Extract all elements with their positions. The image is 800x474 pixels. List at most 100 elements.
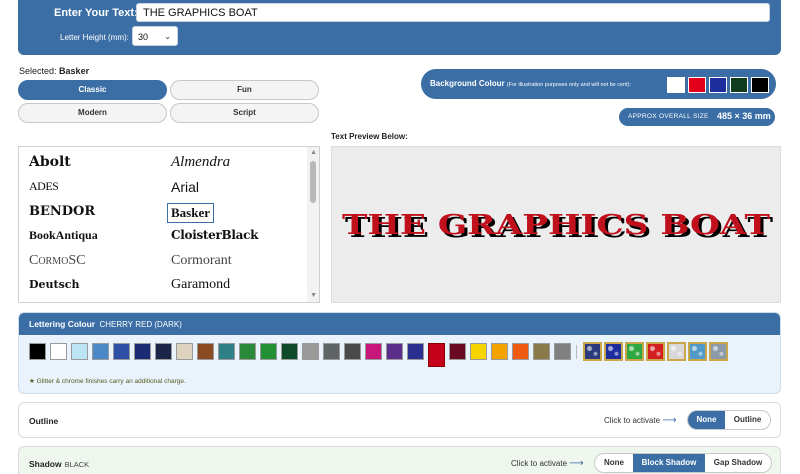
font-option-bookantiqua[interactable]: BookAntiqua	[29, 228, 98, 243]
outline-none-button[interactable]: None	[688, 411, 725, 429]
lettering-swatch[interactable]	[470, 343, 487, 360]
background-swatch-blue[interactable]	[709, 77, 727, 93]
scroll-down-icon[interactable]: ▼	[310, 292, 317, 299]
lettering-swatch[interactable]	[197, 343, 214, 360]
lettering-pattern-swatch[interactable]	[625, 342, 644, 361]
lettering-colour-label: Lettering Colour	[29, 319, 96, 329]
background-swatch-white[interactable]	[667, 77, 685, 93]
shadow-value: BLACK	[64, 460, 90, 469]
shadow-label: Shadow	[29, 459, 62, 469]
font-option-abolt[interactable]: Abolt	[29, 154, 71, 170]
category-fun-button[interactable]: Fun	[170, 80, 319, 100]
outline-title: Outline	[29, 416, 58, 426]
overall-size-value: 485 × 36 mm	[717, 111, 771, 121]
lettering-swatch[interactable]	[29, 343, 46, 360]
lettering-swatch[interactable]	[71, 343, 88, 360]
font-option-cloisterblack[interactable]: CloisterBlack	[171, 228, 258, 242]
scroll-up-icon[interactable]: ▲	[310, 149, 317, 156]
letter-height-select[interactable]: 30 ⌄	[132, 26, 178, 46]
lettering-swatch[interactable]	[512, 343, 529, 360]
lettering-swatch[interactable]	[491, 343, 508, 360]
lettering-pattern-swatch[interactable]	[709, 342, 728, 361]
font-option-basker-selected[interactable]: Basker	[167, 203, 214, 223]
overall-size-badge: APPROX OVERALL SIZE 485 × 36 mm	[619, 108, 775, 126]
enter-text-label: Enter Your Text:	[54, 7, 138, 19]
lettering-pattern-swatch[interactable]	[583, 342, 602, 361]
letter-height-label: Letter Height (mm):	[60, 33, 129, 42]
font-option-arial[interactable]: Arial	[171, 179, 199, 195]
font-option-cormosc[interactable]: CormoSC	[29, 253, 85, 269]
lettering-swatch[interactable]	[134, 343, 151, 360]
lettering-swatch[interactable]	[386, 343, 403, 360]
glitter-chrome-note: ★ Glitter & chrome finishes carry an add…	[29, 378, 186, 385]
category-modern-button[interactable]: Modern	[18, 103, 167, 123]
lettering-colour-panel: Lettering Colour CHERRY RED (DARK) ★ Gli…	[18, 312, 781, 394]
font-list: Abolt Almendra ADES Arial BENDOR Basker …	[18, 146, 320, 303]
background-swatch-black[interactable]	[751, 77, 769, 93]
lettering-swatch[interactable]	[554, 343, 571, 360]
shadow-panel: Shadow BLACK Click to activate ⟶ None Blo…	[18, 446, 781, 474]
lettering-pattern-swatch[interactable]	[667, 342, 686, 361]
arrow-right-icon: ⟶	[569, 458, 584, 469]
selected-font-name: Basker	[59, 66, 90, 76]
overall-size-label: APPROX OVERALL SIZE	[628, 113, 709, 120]
shadow-block-button[interactable]: Block Shadow	[633, 454, 705, 472]
text-preview: THE GRAPHICS BOAT THE GRAPHICS BOAT	[331, 146, 781, 303]
lettering-swatch[interactable]	[155, 343, 172, 360]
outline-panel: Outline Click to activate ⟶ None Outline	[18, 402, 781, 438]
background-colour-note: (For illustration purposes only and will…	[506, 82, 632, 88]
shadow-title: Shadow BLACK	[29, 459, 89, 469]
shadow-none-button[interactable]: None	[595, 454, 633, 472]
font-option-garamond[interactable]: Garamond	[171, 277, 230, 293]
background-swatch-green[interactable]	[730, 77, 748, 93]
background-swatch-red[interactable]	[688, 77, 706, 93]
preview-graphic: THE GRAPHICS BOAT THE GRAPHICS BOAT	[342, 210, 773, 244]
category-classic-button[interactable]: Classic	[18, 80, 167, 100]
font-option-ades[interactable]: ADES	[29, 179, 59, 194]
font-option-almendra[interactable]: Almendra	[171, 154, 230, 171]
shadow-toggle: None Block Shadow Gap Shadow	[594, 453, 772, 473]
lettering-swatch[interactable]	[344, 343, 361, 360]
lettering-swatch[interactable]	[260, 343, 277, 360]
chevron-down-icon: ⌄	[164, 32, 171, 41]
background-colour-label: Background Colour (For illustration purp…	[430, 79, 631, 88]
lettering-swatch[interactable]	[239, 343, 256, 360]
lettering-swatch[interactable]	[407, 343, 424, 360]
lettering-swatch[interactable]	[218, 343, 235, 360]
swatch-divider	[576, 345, 577, 359]
lettering-swatch[interactable]	[365, 343, 382, 360]
lettering-pattern-swatch[interactable]	[604, 342, 623, 361]
shadow-activate-hint: Click to activate ⟶	[511, 458, 584, 469]
shadow-gap-button[interactable]: Gap Shadow	[705, 454, 771, 472]
font-option-cormorant[interactable]: Cormorant	[171, 253, 232, 269]
outline-outline-button[interactable]: Outline	[725, 411, 770, 429]
outline-activate-text: Click to activate	[604, 416, 661, 425]
lettering-colour-selected-name: CHERRY RED (DARK)	[99, 320, 182, 329]
lettering-swatch[interactable]	[428, 343, 445, 367]
font-option-bendor[interactable]: BENDOR	[29, 204, 95, 219]
preview-main-text: THE GRAPHICS BOAT	[342, 210, 770, 241]
shadow-activate-text: Click to activate	[511, 459, 568, 468]
lettering-swatch[interactable]	[323, 343, 340, 360]
text-input[interactable]	[136, 3, 770, 22]
lettering-swatch[interactable]	[302, 343, 319, 360]
font-list-scroll-thumb[interactable]	[310, 161, 316, 203]
arrow-right-icon: ⟶	[662, 415, 677, 426]
lettering-swatch[interactable]	[176, 343, 193, 360]
category-script-button[interactable]: Script	[170, 103, 319, 123]
lettering-swatch[interactable]	[50, 343, 67, 360]
background-colour-title: Background Colour	[430, 79, 505, 88]
lettering-pattern-swatch[interactable]	[688, 342, 707, 361]
lettering-swatch[interactable]	[113, 343, 130, 360]
lettering-swatch[interactable]	[449, 343, 466, 360]
selected-prefix: Selected:	[19, 66, 57, 76]
selected-font-label: Selected: Basker	[19, 66, 89, 76]
lettering-swatch[interactable]	[92, 343, 109, 360]
lettering-pattern-swatch[interactable]	[646, 342, 665, 361]
preview-label: Text Preview Below:	[331, 132, 408, 141]
font-option-deutsch[interactable]: Deutsch	[29, 278, 80, 291]
lettering-swatch[interactable]	[281, 343, 298, 360]
outline-label: Outline	[29, 416, 59, 426]
lettering-swatch[interactable]	[533, 343, 550, 360]
letter-height-value: 30	[138, 32, 149, 42]
